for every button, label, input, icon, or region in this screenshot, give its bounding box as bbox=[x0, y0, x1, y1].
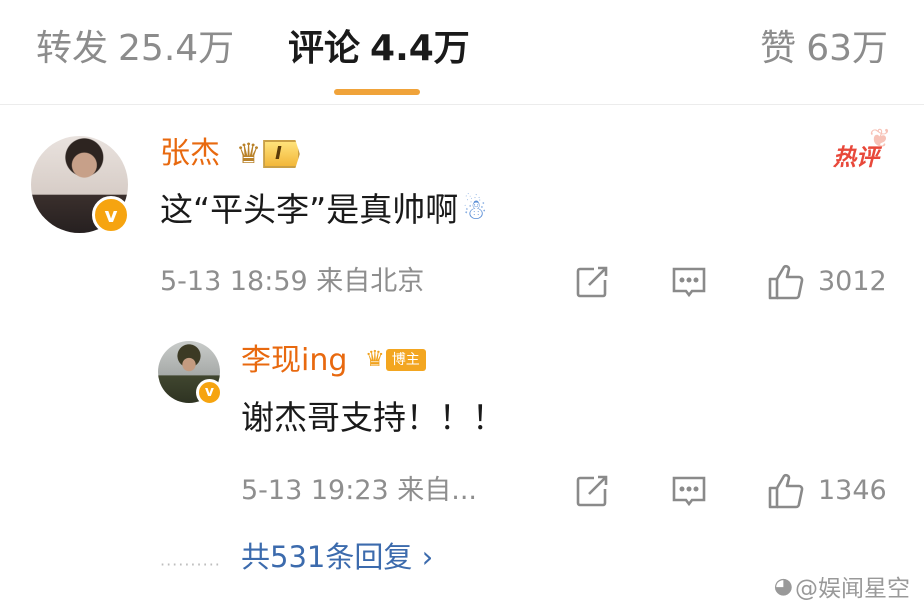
comment-meta: 5-13 18:59 来自北京 bbox=[160, 265, 424, 299]
weibo-logo-icon: ◕ bbox=[773, 573, 793, 599]
like-count: 3012 bbox=[818, 266, 887, 297]
comment-icon bbox=[672, 267, 706, 298]
comment-icon bbox=[672, 476, 706, 507]
comment-time: 5-13 18:59 bbox=[160, 266, 308, 297]
thread-divider: ·········· bbox=[160, 555, 221, 574]
reply-button[interactable] bbox=[670, 264, 708, 300]
member-level-badge[interactable]: ♛ I bbox=[236, 138, 300, 170]
reply-time: 5-13 19:23 bbox=[241, 475, 389, 506]
share-icon bbox=[576, 475, 608, 507]
reply-meta: 5-13 19:23 来自... bbox=[241, 474, 477, 508]
tab-comments-count: 4.4万 bbox=[370, 28, 470, 69]
level-badge-label: I bbox=[263, 140, 300, 168]
like-icon bbox=[768, 473, 804, 509]
blogger-badge-label: 博主 bbox=[385, 349, 426, 371]
reply-like-button[interactable]: 1346 bbox=[766, 471, 887, 511]
watermark-text: @娱闻星空 bbox=[795, 576, 910, 602]
like-icon bbox=[768, 264, 804, 300]
tab-likes[interactable]: 赞 63万 bbox=[760, 26, 888, 72]
comment-location: 来自北京 bbox=[316, 266, 425, 297]
blogger-badge[interactable]: ♛ 博主 bbox=[365, 346, 426, 374]
crown-icon: ♛ bbox=[365, 347, 385, 372]
tab-repost-label: 转发 bbox=[36, 28, 109, 69]
share-icon bbox=[576, 266, 608, 298]
reply-avatar[interactable]: v bbox=[158, 341, 223, 406]
emoji-icon: ☃ bbox=[462, 193, 488, 226]
tab-comments[interactable]: 评论 4.4万 bbox=[288, 26, 470, 72]
comment-text: 这“平头李”是真帅啊 ☃ bbox=[160, 189, 487, 231]
more-replies-link[interactable]: 共531条回复 › bbox=[241, 538, 433, 576]
tab-comments-label: 评论 bbox=[288, 28, 361, 69]
avatar[interactable]: v bbox=[31, 136, 130, 234]
verified-icon: v bbox=[92, 196, 130, 234]
share-button[interactable] bbox=[574, 264, 610, 300]
tab-repost[interactable]: 转发 25.4万 bbox=[36, 26, 234, 72]
like-button[interactable]: 3012 bbox=[766, 262, 887, 302]
chevron-right-icon: › bbox=[421, 540, 434, 574]
reply-like-count: 1346 bbox=[818, 475, 887, 506]
reply-text: 谢杰哥支持！！！ bbox=[241, 398, 505, 437]
verified-icon: v bbox=[196, 379, 223, 406]
tab-likes-label: 赞 bbox=[760, 28, 797, 69]
tab-likes-count: 63万 bbox=[806, 28, 888, 69]
comment-author[interactable]: 张杰 bbox=[160, 136, 220, 172]
reply-share-button[interactable] bbox=[574, 473, 610, 509]
reply-author[interactable]: 李现ing bbox=[241, 343, 347, 379]
tab-repost-count: 25.4万 bbox=[118, 28, 235, 69]
crown-icon: ♛ bbox=[236, 137, 262, 170]
tab-bar: 转发 25.4万 评论 4.4万 赞 63万 bbox=[0, 0, 924, 105]
reply-location: 来自... bbox=[397, 475, 478, 506]
watermark: ◕ @娱闻星空 bbox=[774, 569, 910, 603]
comment-body: 这“平头李”是真帅啊 bbox=[160, 190, 459, 229]
reply-comment-button[interactable] bbox=[670, 473, 708, 509]
active-tab-indicator bbox=[334, 89, 420, 95]
more-replies-label: 共531条回复 bbox=[241, 540, 413, 574]
flame-icon: ❦ bbox=[869, 124, 891, 154]
hot-comment-badge: 热评 ❦ bbox=[833, 124, 891, 172]
